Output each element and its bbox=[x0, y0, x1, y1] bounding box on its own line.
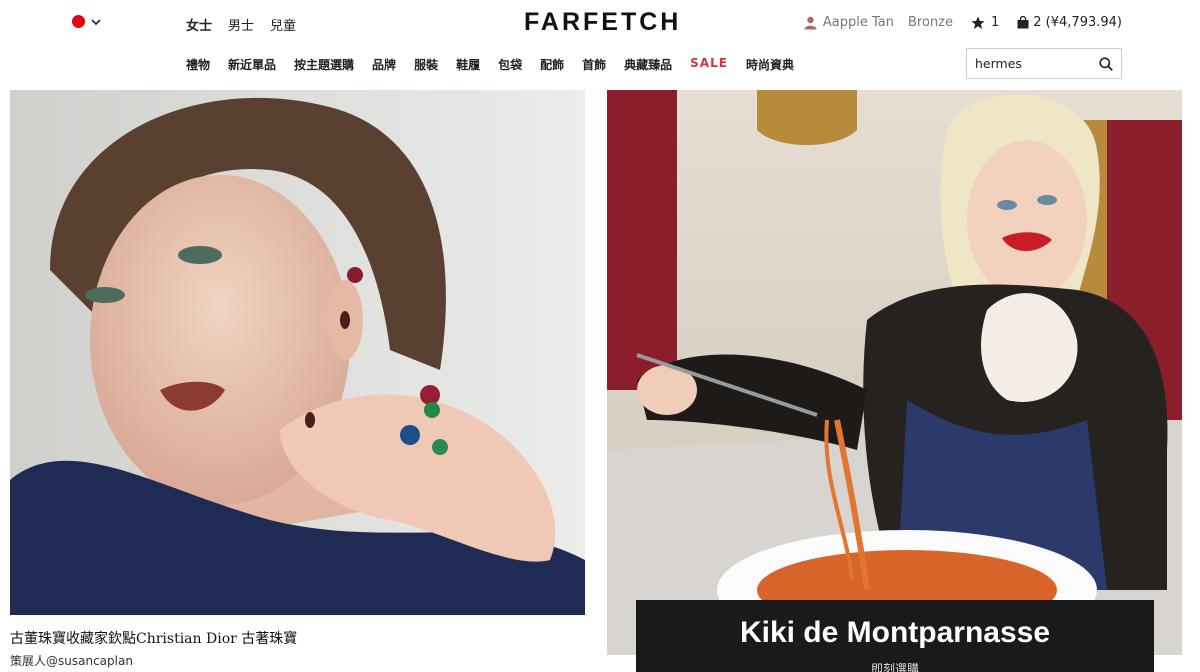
bag-summary: 2 (¥4,793.94) bbox=[1033, 15, 1122, 30]
brand-overlay-title: Kiki de Montparnasse bbox=[739, 616, 1051, 649]
editorial-card-subtitle: 策展人@susancaplan bbox=[10, 654, 133, 668]
category-new-in[interactable]: 新近單品 bbox=[228, 56, 276, 73]
category-clothing[interactable]: 服裝 bbox=[414, 56, 438, 73]
brand-overlay-shop-now[interactable]: 即刻選購 bbox=[636, 660, 1154, 672]
gender-tab-women[interactable]: 女士 bbox=[186, 15, 212, 34]
model-portrait-image bbox=[10, 90, 585, 615]
wishlist-button[interactable]: 1 bbox=[971, 15, 999, 30]
chevron-down-icon bbox=[91, 18, 101, 25]
category-editorial[interactable]: 時尚資典 bbox=[746, 56, 794, 73]
editorial-card-title[interactable]: 古董珠寶收藏家欽點Christian Dior 古著珠寶 bbox=[10, 628, 297, 648]
category-jewellery[interactable]: 首飾 bbox=[582, 56, 606, 73]
user-icon[interactable] bbox=[804, 16, 817, 30]
category-brands[interactable]: 品牌 bbox=[372, 56, 396, 73]
search-box bbox=[966, 48, 1122, 79]
editorial-card-brand-image[interactable] bbox=[607, 90, 1182, 655]
search-input[interactable] bbox=[975, 56, 1095, 71]
category-shoes[interactable]: 鞋履 bbox=[456, 56, 480, 73]
shopping-bag-icon bbox=[1017, 16, 1029, 29]
site-logo[interactable]: FARFETCH bbox=[524, 8, 681, 37]
account-tier[interactable]: Bronze bbox=[908, 15, 953, 30]
account-user-name[interactable]: Aapple Tan bbox=[823, 15, 894, 30]
category-pre-owned[interactable]: 典藏臻品 bbox=[624, 56, 672, 73]
shopping-bag-button[interactable]: 2 (¥4,793.94) bbox=[1017, 15, 1122, 30]
search-icon[interactable] bbox=[1099, 56, 1113, 71]
star-icon bbox=[971, 16, 985, 29]
category-sale[interactable]: SALE bbox=[690, 56, 728, 73]
category-gifts[interactable]: 禮物 bbox=[186, 56, 210, 73]
gender-tab-men[interactable]: 男士 bbox=[228, 15, 254, 34]
gender-tab-kids[interactable]: 兒童 bbox=[270, 15, 296, 34]
brand-overlay-panel[interactable]: Kiki de Montparnasse 即刻選購 bbox=[636, 600, 1154, 672]
region-selector[interactable] bbox=[72, 15, 101, 28]
region-flag-icon bbox=[72, 15, 85, 28]
gender-nav: 女士 男士 兒童 bbox=[186, 15, 296, 34]
category-accessories[interactable]: 配飾 bbox=[540, 56, 564, 73]
editorial-card-jewellery-image[interactable] bbox=[10, 90, 585, 615]
category-shop-by-theme[interactable]: 按主題選購 bbox=[294, 56, 354, 73]
category-bags[interactable]: 包袋 bbox=[498, 56, 522, 73]
model-dining-image bbox=[607, 90, 1182, 655]
account-bar: Aapple Tan Bronze 1 2 (¥4,793.94) bbox=[804, 15, 1122, 30]
category-nav: 禮物 新近單品 按主題選購 品牌 服裝 鞋履 包袋 配飾 首飾 典藏臻品 SAL… bbox=[186, 56, 794, 73]
wishlist-count: 1 bbox=[991, 15, 1000, 30]
site-header: 女士 男士 兒童 FARFETCH Aapple Tan Bronze 1 2 … bbox=[0, 0, 1200, 90]
